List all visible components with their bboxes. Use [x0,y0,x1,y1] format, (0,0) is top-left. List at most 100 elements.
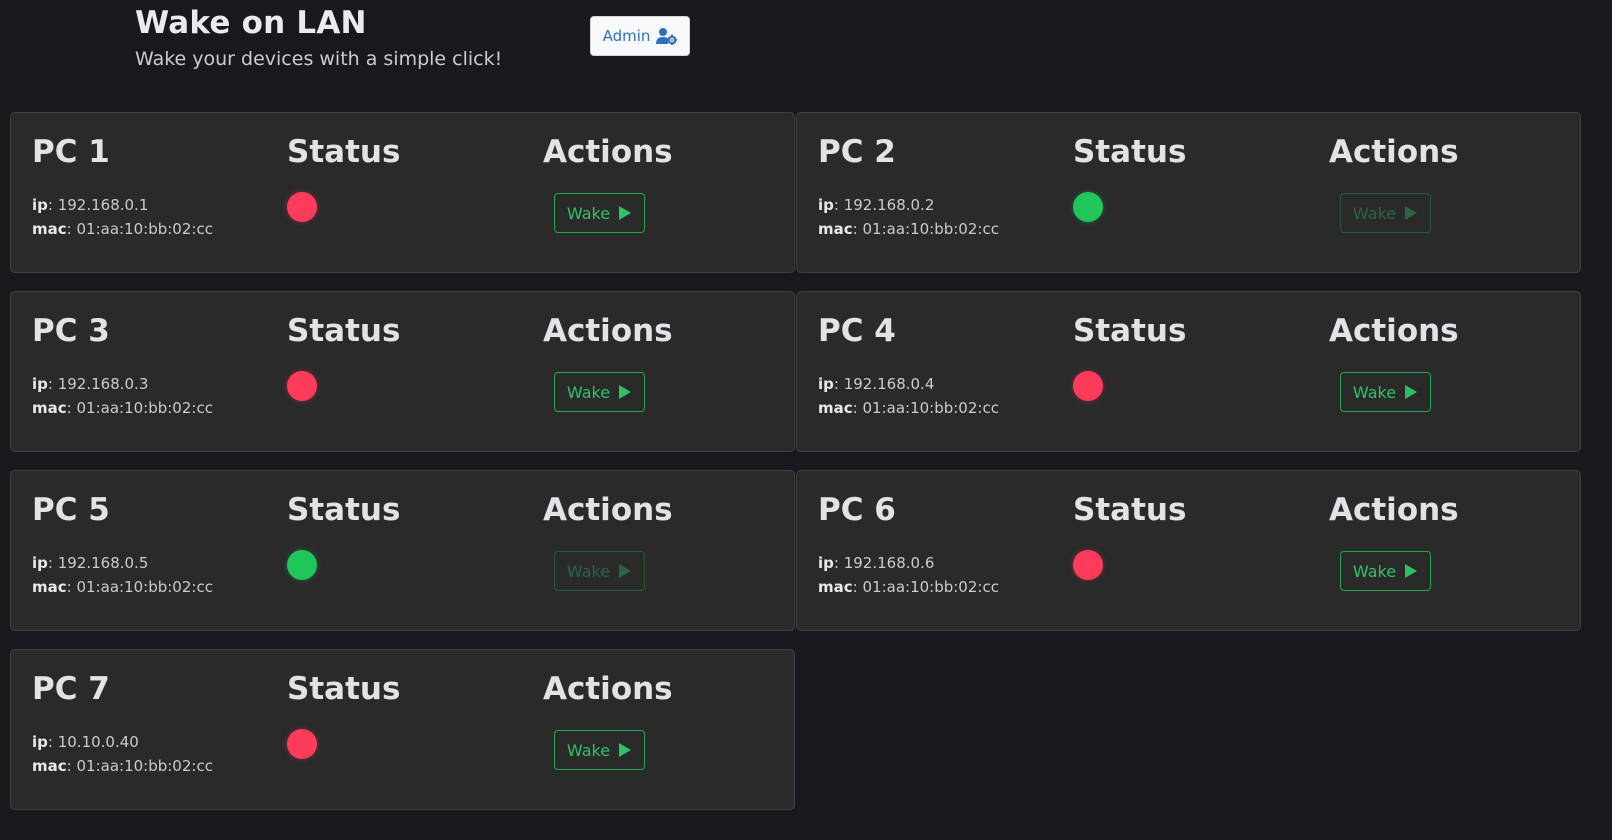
actions-heading: Actions [1329,134,1459,170]
mac-line: mac: 01:aa:10:bb:02:cc [818,399,999,417]
ip-label: ip [818,375,834,393]
wake-button[interactable]: Wake [554,551,645,591]
actions-heading: Actions [543,492,673,528]
mac-label: mac [818,399,853,417]
page-subtitle: Wake your devices with a simple click! [135,48,503,70]
ip-value: 192.168.0.3 [57,375,149,393]
wake-button-label: Wake [566,561,611,581]
device-card: PC 4 Status Actions ip: 192.168.0.4 mac:… [796,291,1581,452]
ip-label: ip [32,375,48,393]
status-indicator-offline [287,371,317,401]
wake-button-label: Wake [566,382,611,402]
device-info: ip: 192.168.0.4 mac: 01:aa:10:bb:02:cc [818,372,999,420]
device-card: PC 1 Status Actions ip: 192.168.0.1 mac:… [10,112,795,273]
wake-button[interactable]: Wake [1340,193,1431,233]
device-info: ip: 192.168.0.5 mac: 01:aa:10:bb:02:cc [32,551,213,599]
play-icon [618,742,632,758]
device-name: PC 4 [818,313,896,349]
mac-label: mac [818,220,853,238]
wake-button[interactable]: Wake [1340,372,1431,412]
mac-line: mac: 01:aa:10:bb:02:cc [818,578,999,596]
ip-line: ip: 10.10.0.40 [32,733,139,751]
mac-value: 01:aa:10:bb:02:cc [76,578,213,596]
actions-heading: Actions [543,134,673,170]
status-indicator-offline [287,729,317,759]
wake-button-label: Wake [1352,561,1397,581]
mac-value: 01:aa:10:bb:02:cc [76,757,213,775]
device-info: ip: 192.168.0.1 mac: 01:aa:10:bb:02:cc [32,193,213,241]
status-indicator-offline [1073,550,1103,580]
ip-value: 192.168.0.1 [57,196,149,214]
mac-line: mac: 01:aa:10:bb:02:cc [818,220,999,238]
status-indicator-offline [287,192,317,222]
mac-value: 01:aa:10:bb:02:cc [76,220,213,238]
mac-value: 01:aa:10:bb:02:cc [76,399,213,417]
ip-value: 192.168.0.2 [843,196,935,214]
status-heading: Status [287,313,401,349]
play-icon [618,384,632,400]
wake-button[interactable]: Wake [554,193,645,233]
ip-value: 192.168.0.4 [843,375,935,393]
ip-value: 192.168.0.6 [843,554,935,572]
ip-line: ip: 192.168.0.5 [32,554,149,572]
mac-value: 01:aa:10:bb:02:cc [862,578,999,596]
actions-heading: Actions [543,671,673,707]
mac-line: mac: 01:aa:10:bb:02:cc [32,578,213,596]
status-heading: Status [287,671,401,707]
status-indicator-online [1073,192,1103,222]
status-heading: Status [1073,492,1187,528]
device-card: PC 3 Status Actions ip: 192.168.0.3 mac:… [10,291,795,452]
wake-button-label: Wake [1352,203,1397,223]
page-title: Wake on LAN [135,5,367,41]
play-icon [618,205,632,221]
mac-label: mac [32,220,67,238]
wake-button-label: Wake [566,203,611,223]
ip-label: ip [818,554,834,572]
ip-label: ip [32,196,48,214]
mac-label: mac [32,757,67,775]
play-icon [1404,384,1418,400]
admin-button[interactable]: Admin [590,16,690,56]
ip-line: ip: 192.168.0.4 [818,375,935,393]
device-name: PC 1 [32,134,110,170]
ip-line: ip: 192.168.0.1 [32,196,149,214]
wake-button[interactable]: Wake [1340,551,1431,591]
play-icon [618,563,632,579]
wake-button[interactable]: Wake [554,730,645,770]
mac-value: 01:aa:10:bb:02:cc [862,220,999,238]
mac-label: mac [818,578,853,596]
device-name: PC 6 [818,492,896,528]
page-header: Wake on LAN Wake your devices with a sim… [135,4,502,71]
device-card: PC 5 Status Actions ip: 192.168.0.5 mac:… [10,470,795,631]
status-heading: Status [1073,313,1187,349]
ip-label: ip [32,733,48,751]
mac-line: mac: 01:aa:10:bb:02:cc [32,220,213,238]
device-name: PC 2 [818,134,896,170]
ip-label: ip [818,196,834,214]
mac-line: mac: 01:aa:10:bb:02:cc [32,399,213,417]
wake-button-label: Wake [566,740,611,760]
actions-heading: Actions [1329,313,1459,349]
device-info: ip: 10.10.0.40 mac: 01:aa:10:bb:02:cc [32,730,213,778]
device-name: PC 7 [32,671,110,707]
device-card: PC 7 Status Actions ip: 10.10.0.40 mac: … [10,649,795,810]
device-name: PC 3 [32,313,110,349]
wake-button[interactable]: Wake [554,372,645,412]
status-indicator-offline [1073,371,1103,401]
status-indicator-online [287,550,317,580]
mac-label: mac [32,399,67,417]
device-card: PC 2 Status Actions ip: 192.168.0.2 mac:… [796,112,1581,273]
ip-line: ip: 192.168.0.3 [32,375,149,393]
play-icon [1404,563,1418,579]
wake-button-label: Wake [1352,382,1397,402]
mac-value: 01:aa:10:bb:02:cc [862,399,999,417]
device-name: PC 5 [32,492,110,528]
mac-label: mac [32,578,67,596]
ip-label: ip [32,554,48,572]
status-heading: Status [287,492,401,528]
ip-value: 192.168.0.5 [57,554,149,572]
device-info: ip: 192.168.0.6 mac: 01:aa:10:bb:02:cc [818,551,999,599]
device-card: PC 6 Status Actions ip: 192.168.0.6 mac:… [796,470,1581,631]
ip-line: ip: 192.168.0.6 [818,554,935,572]
status-heading: Status [287,134,401,170]
